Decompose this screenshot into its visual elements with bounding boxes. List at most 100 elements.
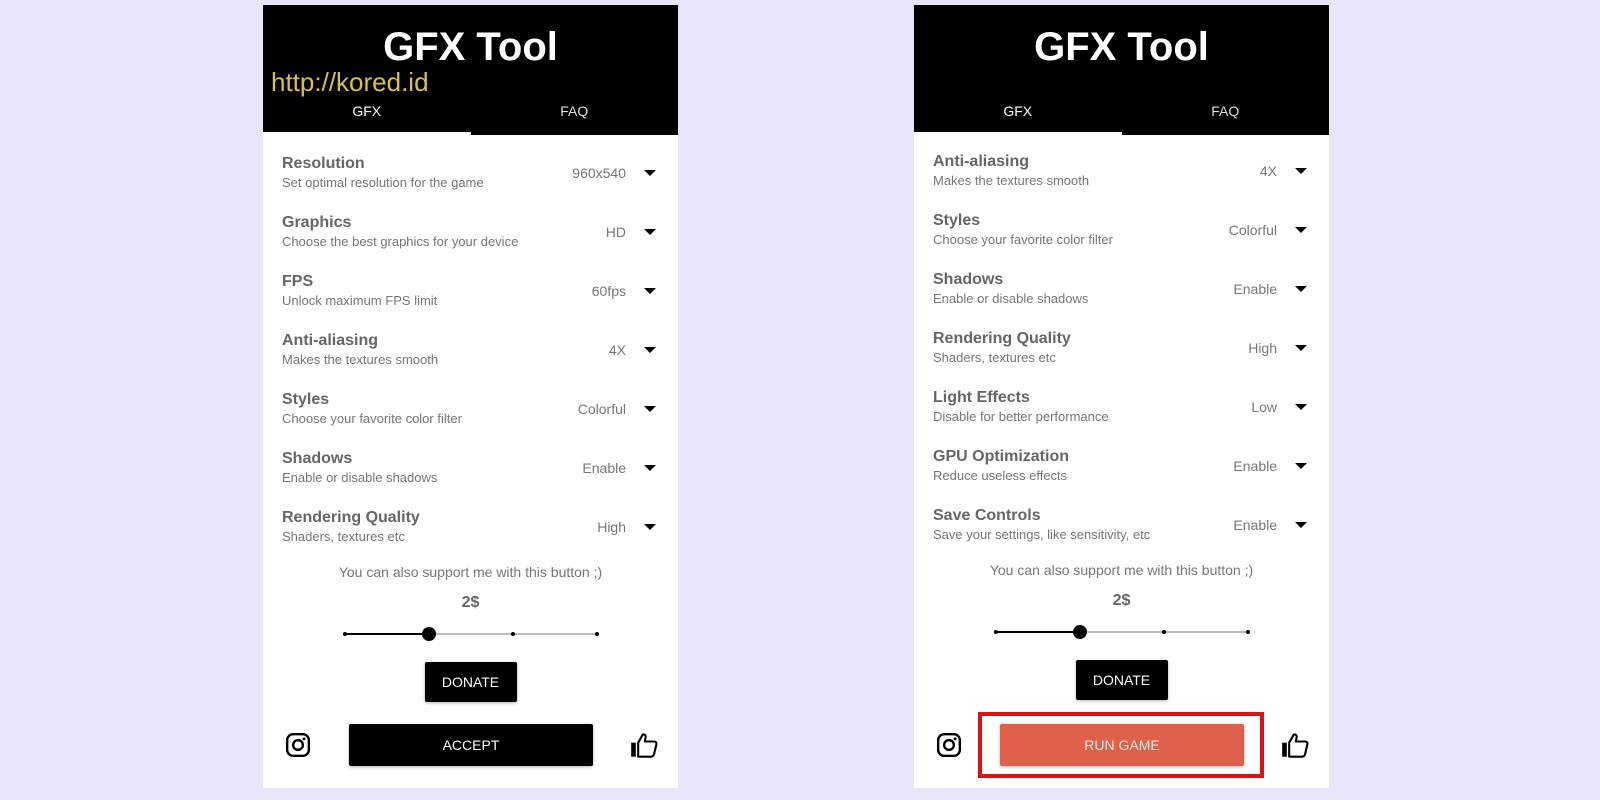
setting-value[interactable]: 4X	[1260, 163, 1277, 179]
donation-amount: 2$	[461, 594, 480, 611]
setting-value[interactable]: High	[597, 519, 626, 535]
caret-down-icon[interactable]	[644, 464, 656, 471]
setting-text: Graphics Choose the best graphics for you…	[282, 213, 606, 251]
caret-down-icon[interactable]	[644, 287, 656, 294]
setting-subtitle: Makes the textures smooth	[282, 351, 439, 367]
app-header: GFX Tool http://kored.id GFX FAQ	[263, 5, 678, 135]
setting-row-rendering-quality[interactable]: Rendering Quality Shaders, textures etc Hi…	[914, 318, 1329, 377]
gfx-tool-screen-accept: GFX Tool http://kored.id GFX FAQ Resolut…	[263, 5, 678, 788]
setting-row-graphics[interactable]: Graphics Choose the best graphics for you…	[263, 202, 678, 261]
setting-row-styles[interactable]: Styles Choose your favorite color filter C…	[914, 200, 1329, 259]
setting-text: Shadows Enable or disable shadows	[933, 270, 1233, 308]
setting-value[interactable]: HD	[606, 224, 626, 240]
setting-row-anti-aliasing[interactable]: Anti-aliasing Makes the textures smooth 4X	[263, 320, 678, 379]
setting-text: Styles Choose your favorite color filter	[933, 211, 1229, 249]
setting-title: Rendering Quality	[282, 508, 420, 526]
caret-down-icon[interactable]	[644, 228, 656, 235]
setting-subtitle: Shaders, textures etc	[933, 349, 1056, 365]
caret-down-icon[interactable]	[1295, 285, 1307, 292]
caret-down-icon[interactable]	[1295, 521, 1307, 528]
instagram-icon[interactable]	[936, 732, 962, 758]
setting-row-anti-aliasing[interactable]: Anti-aliasing Makes the textures smooth 4X	[914, 141, 1329, 200]
instagram-icon[interactable]	[285, 732, 311, 758]
thumbs-up-icon[interactable]	[1281, 732, 1309, 758]
setting-row-light-effects[interactable]: Light Effects Disable for better performa…	[914, 377, 1329, 436]
caret-down-icon[interactable]	[1295, 344, 1307, 351]
accept-button[interactable]: ACCEPT	[349, 724, 593, 766]
setting-value[interactable]: Enable	[1233, 458, 1277, 474]
setting-subtitle: Disable for better performance	[933, 408, 1109, 424]
setting-title: Rendering Quality	[933, 329, 1071, 347]
setting-title: Styles	[933, 211, 981, 229]
setting-text: Styles Choose your favorite color filter	[282, 390, 578, 428]
setting-value[interactable]: 60fps	[592, 283, 626, 299]
donation-slider[interactable]	[342, 624, 599, 644]
slider-track-fill	[344, 633, 429, 635]
setting-value[interactable]: Low	[1251, 399, 1277, 415]
setting-title: Resolution	[282, 154, 365, 172]
slider-tick	[1161, 630, 1166, 634]
caret-down-icon[interactable]	[644, 523, 656, 530]
setting-text: Resolution Set optimal resolution for the…	[282, 154, 572, 192]
setting-row-rendering-quality[interactable]: Rendering Quality Shaders, textures etc Hi…	[263, 497, 678, 556]
donate-button[interactable]: DONATE	[1075, 660, 1168, 700]
caret-down-icon[interactable]	[1295, 462, 1307, 469]
setting-row-shadows[interactable]: Shadows Enable or disable shadows Enable	[263, 438, 678, 497]
setting-text: Save Controls Save your settings, like se…	[933, 506, 1233, 544]
setting-text: Anti-aliasing Makes the textures smooth	[933, 152, 1260, 190]
setting-row-fps[interactable]: FPS Unlock maximum FPS limit 60fps	[263, 261, 678, 320]
caret-down-icon[interactable]	[1295, 226, 1307, 233]
settings-list: Resolution Set optimal resolution for the…	[263, 135, 678, 556]
setting-row-save-controls[interactable]: Save Controls Save your settings, like se…	[914, 495, 1329, 554]
setting-text: FPS Unlock maximum FPS limit	[282, 272, 592, 310]
setting-subtitle: Unlock maximum FPS limit	[282, 292, 438, 308]
setting-value[interactable]: Colorful	[1229, 222, 1277, 238]
app-title: GFX Tool	[1034, 25, 1209, 69]
caret-down-icon[interactable]	[644, 405, 656, 412]
setting-text: Rendering Quality Shaders, textures etc	[282, 508, 597, 546]
setting-row-resolution[interactable]: Resolution Set optimal resolution for the…	[263, 143, 678, 202]
slider-thumb[interactable]	[1072, 625, 1087, 639]
setting-text: Light Effects Disable for better performa…	[933, 388, 1251, 426]
tab-bar: GFX FAQ	[263, 91, 678, 135]
setting-title: FPS	[282, 272, 314, 290]
setting-subtitle: Save your settings, like sensitivity, et…	[933, 526, 1151, 542]
tab-bar: GFX FAQ	[914, 91, 1329, 135]
caret-down-icon[interactable]	[644, 169, 656, 176]
setting-title: Light Effects	[933, 388, 1030, 406]
tab-gfx[interactable]: GFX	[914, 91, 1122, 135]
setting-row-styles[interactable]: Styles Choose your favorite color filter C…	[263, 379, 678, 438]
setting-value[interactable]: 4X	[609, 342, 626, 358]
setting-subtitle: Choose the best graphics for your device	[282, 233, 519, 249]
setting-subtitle: Enable or disable shadows	[282, 469, 438, 485]
caret-down-icon[interactable]	[644, 346, 656, 353]
slider-tick	[342, 632, 347, 636]
setting-value[interactable]: Enable	[1233, 517, 1277, 533]
setting-value[interactable]: High	[1248, 340, 1277, 356]
setting-value[interactable]: Enable	[1233, 281, 1277, 297]
setting-value[interactable]: 960x540	[572, 165, 626, 181]
slider-thumb[interactable]	[421, 627, 436, 641]
setting-text: Shadows Enable or disable shadows	[282, 449, 582, 487]
setting-value[interactable]: Enable	[582, 460, 626, 476]
setting-subtitle: Reduce useless effects	[933, 467, 1068, 483]
slider-tick	[594, 632, 599, 636]
run-game-button[interactable]: RUN GAME	[1000, 724, 1244, 766]
setting-title: Shadows	[282, 449, 353, 467]
tab-faq[interactable]: FAQ	[471, 91, 679, 135]
caret-down-icon[interactable]	[1295, 167, 1307, 174]
setting-row-shadows[interactable]: Shadows Enable or disable shadows Enable	[914, 259, 1329, 318]
thumbs-up-icon[interactable]	[630, 732, 658, 758]
donation-amount: 2$	[1112, 592, 1131, 609]
slider-tick	[510, 632, 515, 636]
tab-gfx[interactable]: GFX	[263, 91, 471, 135]
setting-text: Anti-aliasing Makes the textures smooth	[282, 331, 609, 369]
caret-down-icon[interactable]	[1295, 403, 1307, 410]
setting-row-gpu-optimization[interactable]: GPU Optimization Reduce useless effects En…	[914, 436, 1329, 495]
tab-faq[interactable]: FAQ	[1122, 91, 1330, 135]
donation-slider[interactable]	[993, 622, 1250, 642]
setting-value[interactable]: Colorful	[578, 401, 626, 417]
setting-text: Rendering Quality Shaders, textures etc	[933, 329, 1248, 367]
donate-button[interactable]: DONATE	[424, 662, 517, 702]
setting-subtitle: Enable or disable shadows	[933, 290, 1089, 306]
